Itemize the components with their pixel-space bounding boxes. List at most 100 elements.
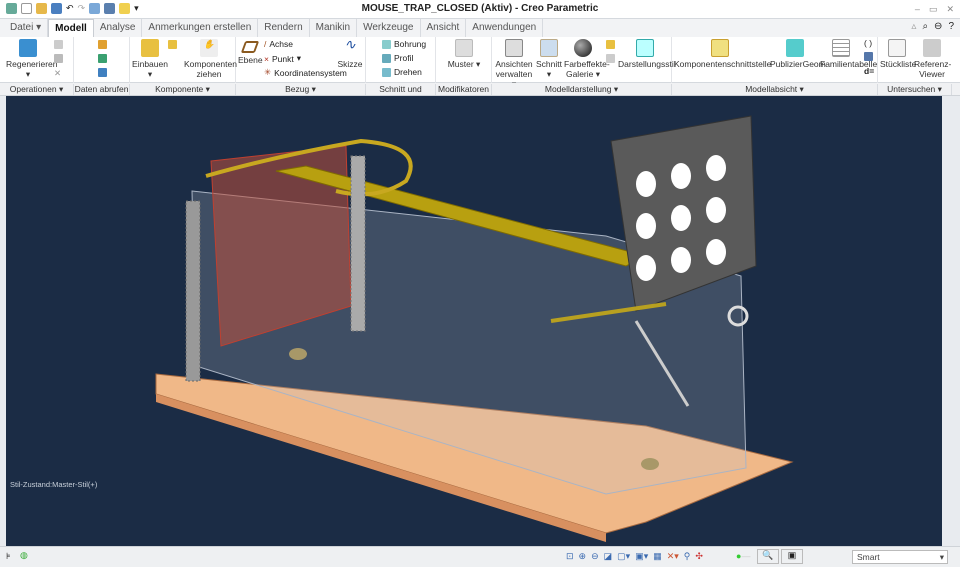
assemble-icon (141, 39, 159, 57)
repaint-icon[interactable]: ◪ (604, 551, 613, 562)
tab-rendern[interactable]: Rendern (258, 19, 310, 37)
revolve-icon (382, 67, 391, 77)
komponentenschnittstelle-button[interactable]: Komponentenschnittstelle (674, 39, 771, 69)
tab-analyse[interactable]: Analyse (94, 19, 143, 37)
datum-display-icon[interactable]: ✕▾ (667, 551, 679, 562)
data-icon-1[interactable] (98, 40, 107, 49)
navigator-toggle-icon[interactable]: ⊧ (6, 551, 11, 562)
profil-button[interactable]: Profil (382, 53, 413, 63)
spring-right (350, 155, 366, 332)
copy-icon[interactable] (54, 40, 63, 49)
pattern-icon (455, 39, 473, 57)
view-manager-icon[interactable]: ▣▾ (635, 551, 648, 562)
display-icon-2[interactable] (606, 54, 615, 63)
hole-icon (382, 39, 391, 49)
reference-viewer-icon (923, 39, 941, 57)
darstellungsstil-button[interactable]: Darstellungsstil (618, 39, 676, 69)
group-operationen: Regenerieren ▾ ✕ (0, 37, 74, 83)
paste-icon[interactable] (54, 54, 63, 63)
selection-filter-dropdown[interactable]: Smart ▾ (852, 550, 948, 564)
familientabelle-button[interactable]: Familientabelle (820, 39, 877, 69)
search-icon[interactable]: ⌕ (922, 21, 928, 32)
group-schnitt-flaeche: Bohrung Profil Drehen (366, 37, 436, 83)
zoom-in-icon[interactable]: ⊕ (579, 551, 587, 562)
group-label-modellabsicht[interactable]: Modellabsicht ▾ (672, 84, 878, 95)
data-icon-2[interactable] (98, 54, 107, 63)
farbeffekte-button[interactable]: Farbeffekte-Galerie ▾ (564, 39, 610, 79)
tab-werkzeuge[interactable]: Werkzeuge (357, 19, 421, 37)
tab-manikin[interactable]: Manikin (310, 19, 358, 37)
create-component-icon[interactable] (168, 40, 177, 49)
door-holes (636, 155, 726, 281)
plane-icon (240, 41, 260, 53)
koordinatensystem-button[interactable]: ✳ Koordinatensystem (264, 67, 347, 78)
ribbon-tabs: Datei ▾ Modell Analyse Anmerkungen erste… (0, 19, 960, 37)
find-binoculars-icon[interactable]: 🔍 (757, 549, 779, 564)
axis-icon: / (264, 39, 267, 49)
annotation-display-icon[interactable]: ⚲ (684, 551, 691, 562)
komponenten-ziehen-button[interactable]: ✋ Komponenten ziehen (184, 39, 237, 79)
bohrung-button[interactable]: Bohrung (382, 39, 426, 49)
group-label-daten-abrufen[interactable]: Daten abrufen ▾ (74, 84, 130, 104)
group-label-untersuchen[interactable]: Untersuchen ▾ (878, 84, 952, 95)
group-modellabsicht: Komponentenschnittstelle PublizierGeom F… (672, 37, 878, 83)
ebene-button[interactable]: Ebene (238, 41, 263, 65)
referenz-viewer-button[interactable]: Referenz-Viewer (914, 39, 951, 79)
status-light-icon: ●— (736, 551, 751, 561)
minimize-icon[interactable]: – (915, 4, 920, 15)
group-label-operationen[interactable]: Operationen ▾ (0, 84, 74, 95)
group-modelldarstellung: Ansichten verwalten ▾ Schnitt▾ Farbeffek… (492, 37, 676, 89)
stueckliste-button[interactable]: Stückliste (880, 39, 916, 69)
group-daten-abrufen (74, 37, 130, 83)
close-icon[interactable]: ✕ (946, 4, 954, 15)
display-style-icon[interactable]: ▦ (653, 551, 662, 562)
schnitt-button[interactable]: Schnitt ▾ (536, 39, 562, 79)
collapse-ribbon-icon[interactable]: ▵ (911, 21, 916, 32)
mouse-trap-model[interactable] (6, 96, 942, 546)
maximize-icon[interactable]: ▭ (929, 4, 938, 15)
saved-orientations-icon[interactable]: ▢▾ (617, 551, 630, 562)
section-icon (540, 39, 558, 57)
refit-icon[interactable]: ⊡ (566, 551, 574, 562)
display-style-icon (636, 39, 654, 57)
group-label-bezug[interactable]: Bezug ▾ (236, 84, 366, 95)
zoom-out-icon[interactable]: ⊖ (591, 551, 599, 562)
tab-anwendungen[interactable]: Anwendungen (466, 19, 544, 37)
tab-ansicht[interactable]: Ansicht (421, 19, 467, 37)
muster-button[interactable]: Muster ▾ (444, 39, 484, 69)
tab-datei[interactable]: Datei ▾ (4, 19, 49, 37)
tab-anmerkungen[interactable]: Anmerkungen erstellen (142, 19, 259, 37)
ansichten-verwalten-button[interactable]: Ansichten verwalten ▾ (494, 39, 534, 89)
drehen-button[interactable]: Drehen (382, 67, 422, 77)
interface-icon (711, 39, 729, 57)
graphics-viewport[interactable]: Stil-Zustand:Master-Stil(+) (6, 96, 942, 546)
browser-toggle-icon[interactable]: ◍ (20, 550, 28, 561)
foot-2 (641, 458, 659, 470)
spin-center-icon[interactable]: ✣ (695, 551, 703, 562)
regenerieren-button[interactable]: Regenerieren ▾ (6, 39, 58, 79)
help-icon[interactable]: ? (948, 21, 954, 32)
punkt-button[interactable]: × Punkt ▾ (264, 53, 301, 64)
d-equals-button[interactable]: d= (864, 66, 874, 76)
einbauen-button[interactable]: Einbauen ▾ (132, 39, 168, 79)
achse-button[interactable]: / Achse (264, 39, 293, 49)
parameters-icon[interactable]: ( ) (864, 38, 872, 48)
group-label-schnitt[interactable]: Schnitt und Fläche ▾ (366, 84, 436, 104)
relations-icon[interactable] (864, 52, 873, 61)
delete-icon[interactable]: ✕ (54, 68, 61, 79)
group-bezug: Ebene / Achse × Punkt ▾ ✳ Koordinatensystem… (236, 37, 366, 83)
data-icon-3[interactable] (98, 68, 107, 77)
display-icon-1[interactable] (606, 40, 615, 49)
skizze-button[interactable]: ∿ Skizze (336, 37, 364, 69)
group-label-modifikatoren[interactable]: Modifikatoren ▾ (436, 84, 492, 104)
group-untersuchen: Stückliste Referenz-Viewer (878, 37, 952, 83)
group-label-komponente[interactable]: Komponente ▾ (130, 84, 236, 95)
publiziergeom-button[interactable]: PublizierGeom (770, 39, 826, 69)
regenerate-icon (19, 39, 37, 57)
profile-icon (382, 53, 391, 63)
selection-icon[interactable]: ▣ (781, 549, 803, 564)
globe-icon[interactable]: ⊖ (934, 21, 942, 32)
tab-modell[interactable]: Modell (48, 19, 94, 37)
group-labels: Operationen ▾ Daten abrufen ▾ Komponente… (0, 83, 960, 104)
group-label-modelldarstellung[interactable]: Modelldarstellung ▾ (492, 84, 672, 95)
